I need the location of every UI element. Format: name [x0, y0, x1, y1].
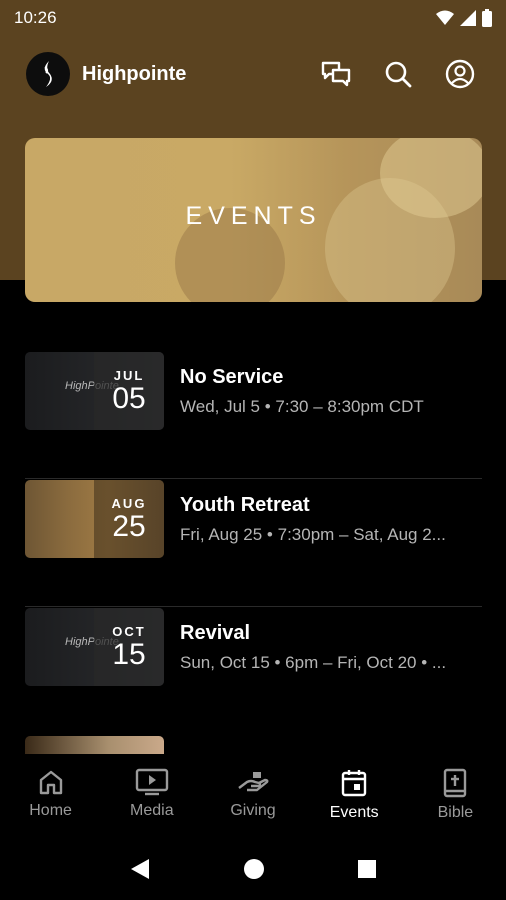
chat-button[interactable]	[316, 54, 356, 94]
chat-icon	[321, 61, 351, 87]
nav-media[interactable]: Media	[101, 754, 202, 838]
nav-label: Events	[329, 804, 379, 821]
account-circle-icon	[445, 59, 475, 89]
system-navigation	[0, 838, 506, 900]
event-datetime: Fri, Aug 25 • 7:30pm – Sat, Aug 2...	[180, 525, 446, 544]
media-icon	[135, 768, 168, 796]
bottom-navigation: Home Media Giving Events Bible	[0, 754, 506, 838]
events-hero-banner: EVENTS	[25, 138, 482, 302]
event-thumbnail: AUG 25	[25, 480, 164, 558]
battery-icon	[482, 9, 492, 27]
date-month: AUG	[111, 495, 147, 511]
nav-events[interactable]: Events	[304, 754, 405, 838]
nav-label: Bible	[437, 804, 474, 821]
event-info: Youth Retreat Fri, Aug 25 • 7:30pm – Sat…	[180, 480, 482, 545]
event-info: Revival Sun, Oct 15 • 6pm – Fri, Oct 20 …	[180, 608, 482, 673]
event-title: No Service	[180, 366, 284, 388]
event-thumbnail: HighPointe JUL 05	[25, 352, 164, 430]
event-title: Youth Retreat	[180, 494, 310, 516]
nav-label: Home	[29, 802, 72, 819]
app-actions	[316, 54, 480, 94]
event-item-partial[interactable]	[25, 736, 482, 754]
date-day: 15	[112, 637, 146, 671]
status-bar: 10:26	[0, 0, 506, 36]
date-badge: AUG 25	[94, 480, 164, 558]
church-logo-icon[interactable]	[26, 52, 70, 96]
nav-label: Giving	[230, 802, 276, 819]
home-circle-icon[interactable]	[243, 858, 265, 880]
signal-icon	[460, 10, 476, 26]
event-thumbnail: HighPointe OCT 15	[25, 608, 164, 686]
event-datetime: Sun, Oct 15 • 6pm – Fri, Oct 20 • ...	[180, 653, 447, 672]
event-item[interactable]: HighPointe OCT 15 Revival Sun, Oct 15 • …	[25, 607, 482, 735]
status-time: 10:26	[14, 8, 57, 27]
profile-button[interactable]	[440, 54, 480, 94]
event-item[interactable]: HighPointe JUL 05 No Service Wed, Jul 5 …	[25, 351, 482, 479]
calendar-icon	[342, 770, 367, 797]
date-month: JUL	[113, 367, 145, 383]
back-icon[interactable]	[129, 857, 151, 881]
app-title: Highpointe	[82, 62, 187, 85]
event-info: No Service Wed, Jul 5 • 7:30 – 8:30pm CD…	[180, 352, 482, 417]
status-icons	[436, 9, 492, 27]
event-item[interactable]: AUG 25 Youth Retreat Fri, Aug 25 • 7:30p…	[25, 479, 482, 607]
date-badge: OCT 15	[94, 608, 164, 686]
event-title: Revival	[180, 622, 251, 644]
search-icon	[385, 61, 412, 88]
event-list: HighPointe JUL 05 No Service Wed, Jul 5 …	[25, 351, 482, 735]
search-button[interactable]	[378, 54, 418, 94]
recents-icon[interactable]	[357, 859, 377, 879]
hero-title: EVENTS	[185, 202, 322, 230]
date-badge: JUL 05	[94, 352, 164, 430]
giving-icon	[238, 772, 269, 792]
nav-label: Media	[130, 802, 174, 819]
nav-giving[interactable]: Giving	[202, 754, 303, 838]
bible-icon	[444, 768, 467, 798]
event-thumbnail	[25, 736, 164, 754]
wifi-icon	[436, 10, 454, 25]
date-day: 05	[112, 381, 146, 415]
date-day: 25	[112, 509, 146, 543]
app-bar: Highpointe	[0, 44, 506, 104]
nav-home[interactable]: Home	[0, 754, 101, 838]
nav-bible[interactable]: Bible	[405, 754, 506, 838]
event-datetime: Wed, Jul 5 • 7:30 – 8:30pm CDT	[180, 397, 424, 416]
date-month: OCT	[112, 623, 146, 639]
home-icon	[39, 770, 62, 795]
